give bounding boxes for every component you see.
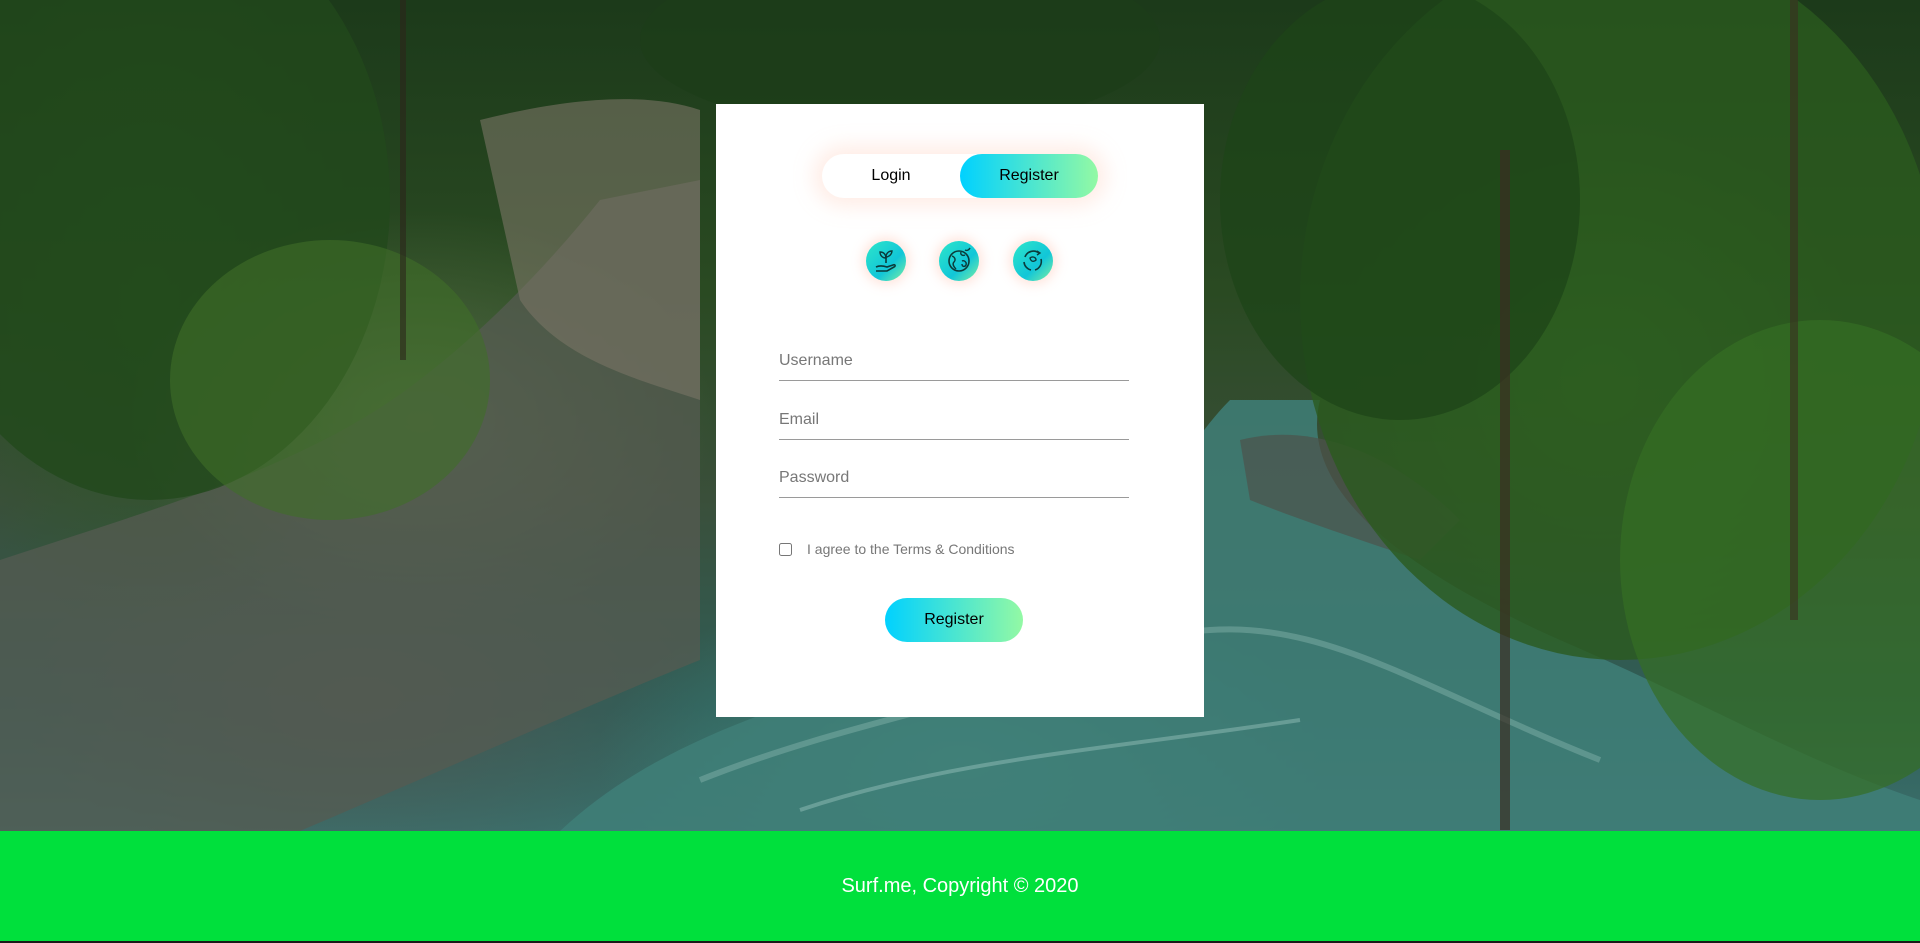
register-submit-button[interactable]: Register bbox=[885, 598, 1023, 642]
footer-copyright: Surf.me, Copyright © 2020 bbox=[841, 874, 1079, 897]
terms-label: I agree to the Terms & Conditions bbox=[807, 541, 1015, 557]
social-icons bbox=[716, 241, 1204, 281]
recycle-earth-icon[interactable] bbox=[1013, 241, 1053, 281]
username-field[interactable] bbox=[779, 342, 1129, 381]
tab-login[interactable]: Login bbox=[822, 154, 960, 198]
password-field[interactable] bbox=[779, 459, 1129, 498]
plant-hand-icon[interactable] bbox=[866, 241, 906, 281]
tab-register[interactable]: Register bbox=[960, 154, 1098, 198]
auth-tab-switcher: Login Register bbox=[822, 154, 1098, 198]
earth-icon[interactable] bbox=[939, 241, 979, 281]
email-field[interactable] bbox=[779, 401, 1129, 440]
terms-row: I agree to the Terms & Conditions bbox=[779, 540, 1015, 558]
auth-card: Login Register Username Email I agree to… bbox=[716, 104, 1204, 717]
footer: Surf.me, Copyright © 2020 bbox=[0, 831, 1920, 941]
terms-checkbox[interactable] bbox=[779, 542, 792, 556]
